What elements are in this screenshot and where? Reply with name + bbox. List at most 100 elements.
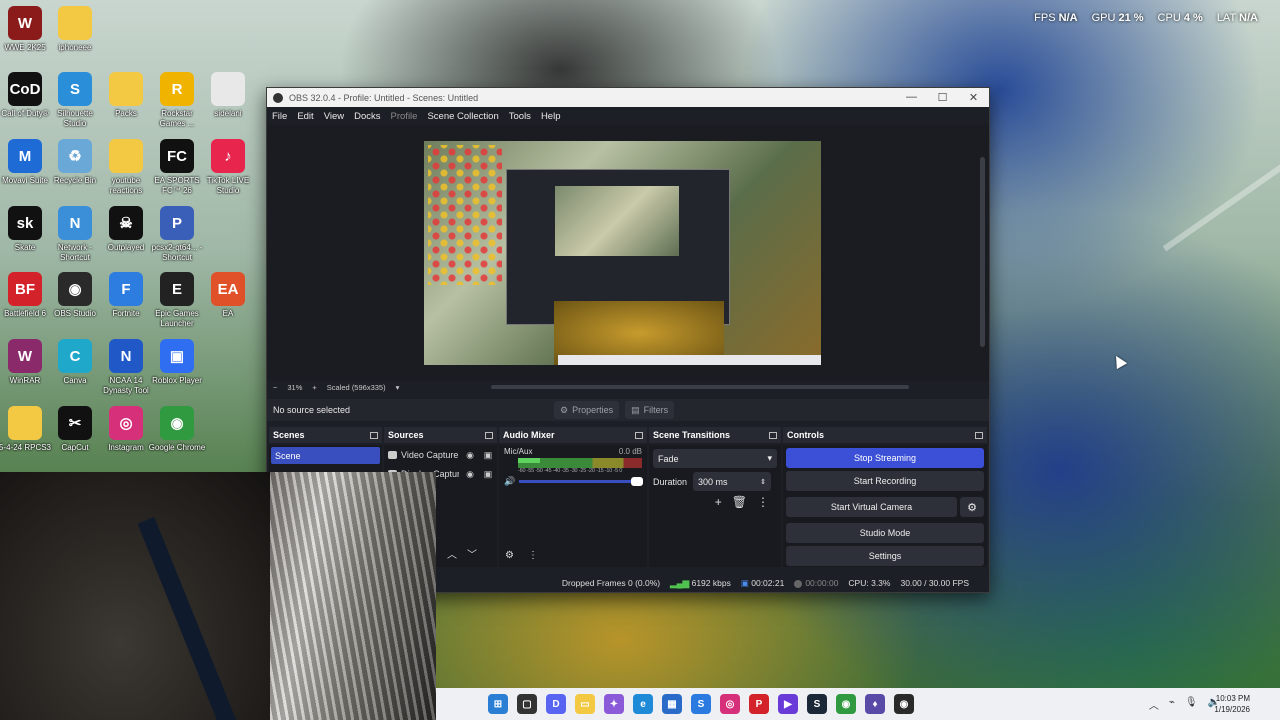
desktop-pcsx2-shortcut[interactable]: Ppcsx2-qt64... - Shortcut xyxy=(148,206,206,263)
zoom-in-button[interactable]: + xyxy=(312,383,316,392)
filters-button[interactable]: ▤ Filters xyxy=(625,401,675,419)
preview-vertical-scrollbar[interactable] xyxy=(980,157,985,347)
copilot-icon[interactable]: ✦ xyxy=(604,694,624,714)
source-item[interactable]: Video Capture Device ◉ ▣ xyxy=(384,445,497,464)
volume-slider-knob[interactable] xyxy=(631,477,643,486)
menu-tools[interactable]: Tools xyxy=(509,111,531,122)
stop-streaming-button[interactable]: Stop Streaming xyxy=(786,448,984,468)
add-icon[interactable]: + xyxy=(715,495,722,509)
start-virtual-camera-button[interactable]: Start Virtual Camera xyxy=(786,497,957,517)
desktop-tiktok-shortcut[interactable]: ♪ TikTok LIVE Studio xyxy=(199,139,257,196)
dock-undock-icon[interactable] xyxy=(485,431,493,439)
file-explorer-icon[interactable]: ▭ xyxy=(575,694,595,714)
kebab-menu-icon[interactable]: ⋮ xyxy=(528,550,538,561)
scene-item[interactable]: Scene xyxy=(271,447,380,464)
virtual-camera-settings-icon[interactable]: ⚙ xyxy=(960,497,984,517)
menu-docks[interactable]: Docks xyxy=(354,111,380,122)
desktop-file-shortcut[interactable]: sidelani xyxy=(199,72,257,119)
taskbar-clock[interactable]: 10:03 PM 1/19/2026 xyxy=(1214,693,1250,715)
eye-icon[interactable]: ◉ xyxy=(465,450,475,460)
lock-icon[interactable]: ▣ xyxy=(483,450,493,460)
desktop-folder-shortcut[interactable]: youtube reactions xyxy=(97,139,155,196)
dock-undock-icon[interactable] xyxy=(769,431,777,439)
scaling-mode[interactable]: Scaled (596x335) xyxy=(327,383,386,392)
properties-button[interactable]: ⚙ Properties xyxy=(554,401,620,419)
duration-input[interactable]: 300 ms ⇕ xyxy=(693,472,772,491)
desktop-obs-shortcut[interactable]: ◉ OBS Studio xyxy=(46,272,104,319)
move-up-icon[interactable]: ︿ xyxy=(447,546,457,561)
edge-icon[interactable]: e xyxy=(633,694,653,714)
obs-titlebar[interactable]: OBS 32.0.4 - Profile: Untitled - Scenes:… xyxy=(267,88,989,107)
chevron-down-icon[interactable]: ▾ xyxy=(396,383,400,392)
microphone-icon[interactable]: 🎙 xyxy=(1185,697,1198,712)
network-icon[interactable]: ⌁ xyxy=(1169,697,1175,712)
zoom-out-button[interactable]: − xyxy=(273,383,277,392)
channel-name: Mic/Aux xyxy=(504,447,533,456)
desktop-icon-label: Packs xyxy=(115,109,137,118)
desktop-chrome-shortcut[interactable]: ◉ Google Chrome xyxy=(148,406,206,453)
steam-icon[interactable]: S xyxy=(807,694,827,714)
volume-slider[interactable] xyxy=(519,477,643,486)
preview-taskbar xyxy=(558,355,821,365)
stepper-icon[interactable]: ⇕ xyxy=(760,478,766,486)
desktop-recycle-bin-shortcut[interactable]: ♻ Recycle Bin xyxy=(46,139,104,186)
store-icon[interactable]: ▦ xyxy=(662,694,682,714)
eye-icon[interactable]: ◉ xyxy=(465,469,475,479)
menu-profile[interactable]: Profile xyxy=(391,111,418,122)
dock-undock-icon[interactable] xyxy=(635,431,643,439)
menu-edit[interactable]: Edit xyxy=(297,111,313,122)
desktop-easports-shortcut[interactable]: FC EA SPORTS FC™ 26 xyxy=(148,139,206,196)
maximize-icon[interactable]: ☐ xyxy=(927,91,958,104)
stream-time-value: 00:02:21 xyxy=(751,577,785,588)
kebab-menu-icon[interactable]: ⋮ xyxy=(757,495,769,509)
start-recording-button[interactable]: Start Recording xyxy=(786,471,984,491)
desktop-roblox-shortcut[interactable]: ▣ Roblox Player xyxy=(148,339,206,386)
dock-undock-icon[interactable] xyxy=(370,431,378,439)
dock-undock-icon[interactable] xyxy=(975,431,983,439)
desktop-fortnite-shortcut[interactable]: F Fortnite xyxy=(97,272,155,319)
desktop-canva-shortcut[interactable]: C Canva xyxy=(46,339,104,386)
desktop-ncaa-shortcut[interactable]: N NCAA 14 Dynasty Tool xyxy=(97,339,155,396)
desktop-icon-label: EA xyxy=(222,309,234,318)
desktop-folder-shortcut[interactable]: iphoneee xyxy=(46,6,104,53)
sources-title: Sources xyxy=(388,430,424,440)
desktop-outplayed-shortcut[interactable]: ☠ Outplayed xyxy=(97,206,155,253)
advanced-audio-icon[interactable]: ⚙ xyxy=(505,550,514,561)
instagram-icon[interactable]: ◎ xyxy=(720,694,740,714)
menu-scene-collection[interactable]: Scene Collection xyxy=(427,111,498,122)
program-preview[interactable] xyxy=(424,141,821,365)
settings-button[interactable]: Settings xyxy=(786,546,984,566)
video-editor-icon[interactable]: ▶ xyxy=(778,694,798,714)
pinterest-icon[interactable]: P xyxy=(749,694,769,714)
minimize-icon[interactable]: — xyxy=(896,91,927,104)
menu-file[interactable]: File xyxy=(272,111,287,122)
desktop-folder-shortcut[interactable]: Packs xyxy=(97,72,155,119)
menu-view[interactable]: View xyxy=(324,111,344,122)
discord-icon[interactable]: D xyxy=(546,694,566,714)
menu-help[interactable]: Help xyxy=(541,111,561,122)
preview-horizontal-scrollbar[interactable] xyxy=(491,385,909,389)
close-icon[interactable]: ✕ xyxy=(958,91,989,104)
desktop-capcut-shortcut[interactable]: ✂ CapCut xyxy=(46,406,104,453)
studio-mode-button[interactable]: Studio Mode xyxy=(786,523,984,543)
start-icon[interactable]: ⊞ xyxy=(488,694,508,714)
speaker-icon[interactable]: 🔊 xyxy=(504,476,515,487)
scene-transitions-body: Fade ▾ Duration 300 ms ⇕ + 🗑 ⋮ xyxy=(649,445,781,567)
desktop-network-shortcut[interactable]: N Network - Shortcut xyxy=(46,206,104,263)
record-time: 00:00:00 xyxy=(794,578,838,588)
move-down-icon[interactable]: ﹀ xyxy=(467,546,477,561)
shazam-icon[interactable]: S xyxy=(691,694,711,714)
task-view-icon[interactable]: ▢ xyxy=(517,694,537,714)
obs-icon[interactable]: ◉ xyxy=(894,694,914,714)
app-icon[interactable]: ♦ xyxy=(865,694,885,714)
desktop-instagram-shortcut[interactable]: ◎ Instagram xyxy=(97,406,155,453)
trash-icon[interactable]: 🗑 xyxy=(732,495,747,509)
transition-select[interactable]: Fade ▾ xyxy=(653,449,777,468)
lock-icon[interactable]: ▣ xyxy=(483,469,493,479)
desktop-rockstar-shortcut[interactable]: R Rockstar Games ... xyxy=(148,72,206,129)
chrome-icon[interactable]: ◉ xyxy=(836,694,856,714)
desktop-epic-shortcut[interactable]: E Epic Games Launcher xyxy=(148,272,206,329)
desktop-silhouette-shortcut[interactable]: S Silhouette Studio xyxy=(46,72,104,129)
chevron-up-icon[interactable]: ︿ xyxy=(1149,697,1159,712)
desktop-ea-shortcut[interactable]: EA EA xyxy=(199,272,257,319)
